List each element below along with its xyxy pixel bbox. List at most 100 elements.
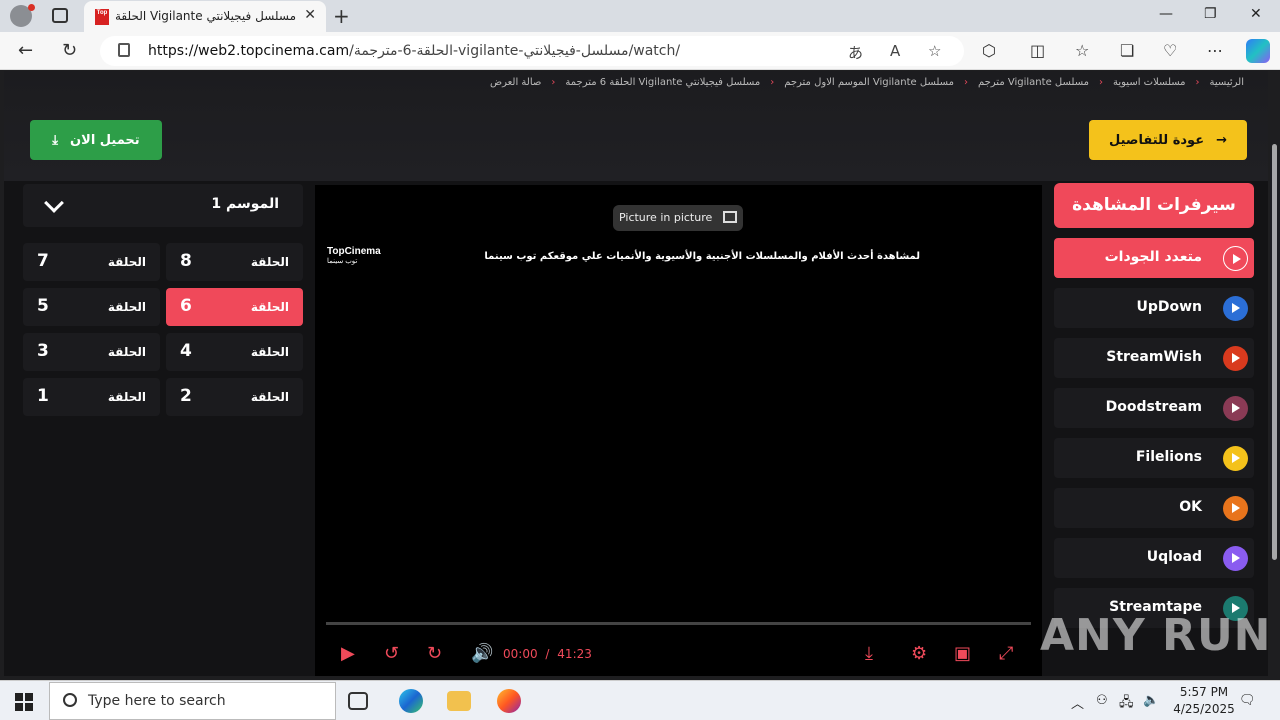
- task-view-icon[interactable]: [348, 692, 368, 710]
- arrow-right-icon: →: [1216, 132, 1227, 148]
- play-circle-icon: [1223, 246, 1248, 271]
- play-icon[interactable]: ▶: [341, 643, 355, 664]
- server-filelions[interactable]: Filelions: [1054, 438, 1254, 478]
- firefox-icon[interactable]: [497, 689, 521, 713]
- back-label: عودة للتفاصيل: [1108, 132, 1205, 148]
- page-scrollbar[interactable]: [1272, 144, 1277, 560]
- restore-button[interactable]: ❐: [1204, 6, 1217, 22]
- translate-icon[interactable]: あ: [848, 42, 863, 63]
- search-placeholder: Type here to search: [88, 693, 226, 709]
- download-now-button[interactable]: ⤓ تحميل الان: [30, 120, 162, 160]
- people-icon[interactable]: ⚇: [1096, 693, 1108, 708]
- server-ok[interactable]: OK: [1054, 488, 1254, 528]
- episode-2[interactable]: 2 الحلقة: [166, 378, 303, 416]
- anyrun-watermark: ANY RUN: [1040, 610, 1272, 661]
- breadcrumb-item-watch: صالة العرض: [489, 77, 542, 88]
- episode-3[interactable]: 3 الحلقة: [23, 333, 160, 371]
- tray-chevron-up-icon[interactable]: ︿: [1071, 693, 1084, 712]
- time-display: 00:00 / 41:23: [503, 647, 592, 661]
- new-tab-button[interactable]: +: [333, 4, 350, 28]
- breadcrumb-item-home[interactable]: الرئيسية: [1210, 77, 1244, 88]
- picture-in-picture-button[interactable]: Picture in picture: [613, 205, 743, 231]
- tab-title: مسلسل فيجيلانتي Vigilante الحلقة: [116, 9, 296, 23]
- url-text[interactable]: https://web2.topcinema.cam/الحلقة-6-مترج…: [148, 43, 680, 59]
- breadcrumb-separator-icon: ‹: [963, 77, 968, 88]
- breadcrumb-separator-icon: ‹: [1098, 77, 1103, 88]
- play-circle-icon: [1223, 446, 1248, 471]
- windows-start-icon[interactable]: [15, 693, 33, 711]
- breadcrumb-item-episode[interactable]: مسلسل فيجيلانتي Vigilante الحلقة 6 مترجم…: [565, 77, 760, 88]
- breadcrumb-separator-icon: ‹: [1195, 77, 1200, 88]
- breadcrumb-separator-icon: ‹: [770, 77, 775, 88]
- volume-tray-icon[interactable]: 🔈: [1143, 693, 1159, 708]
- play-circle-icon: [1223, 346, 1248, 371]
- fullscreen-icon[interactable]: ⤢: [999, 643, 1013, 664]
- notifications-icon[interactable]: 🗨: [1239, 693, 1256, 708]
- pip-toggle-icon[interactable]: ▣: [954, 643, 971, 664]
- server-updown[interactable]: UpDown: [1054, 288, 1254, 328]
- chevron-down-icon: [44, 193, 64, 213]
- breadcrumb-item-season[interactable]: مسلسل Vigilante الموسم الاول مترجم: [784, 77, 954, 88]
- episode-4[interactable]: 4 الحلقة: [166, 333, 303, 371]
- server-multi-quality[interactable]: متعدد الجودات: [1054, 238, 1254, 278]
- windows-taskbar: Type here to search ︿ ⚇ 🖧 🔈 5:57 PM 4/25…: [0, 680, 1280, 720]
- search-icon: [63, 693, 77, 707]
- close-window-button[interactable]: ✕: [1250, 6, 1262, 22]
- download-label: تحميل الان: [70, 132, 140, 148]
- edge-browser-icon[interactable]: [399, 689, 423, 713]
- servers-title: سيرفرات المشاهدة: [1054, 183, 1254, 228]
- back-to-details-button[interactable]: عودة للتفاصيل →: [1089, 120, 1247, 160]
- favorite-star-icon[interactable]: ☆: [928, 42, 941, 60]
- browser-essentials-icon[interactable]: ♡: [1163, 41, 1177, 60]
- pip-icon: [723, 211, 737, 223]
- server-doodstream[interactable]: Doodstream: [1054, 388, 1254, 428]
- network-icon[interactable]: 🖧: [1119, 693, 1134, 715]
- read-aloud-icon[interactable]: A: [890, 42, 900, 60]
- site-favicon: Top: [95, 9, 109, 25]
- episode-7[interactable]: 7 الحلقة: [23, 243, 160, 281]
- breadcrumb: الرئيسية ‹ مسلسلات اسيوية ‹ مسلسل Vigilant…: [490, 77, 1244, 88]
- collections-icon[interactable]: ❏: [1120, 41, 1134, 60]
- taskbar-clock[interactable]: 5:57 PM 4/25/2025: [1164, 684, 1244, 718]
- episode-8[interactable]: 8 الحلقة: [166, 243, 303, 281]
- tab-actions-icon[interactable]: [52, 8, 68, 23]
- server-uqload[interactable]: Uqload: [1054, 538, 1254, 578]
- settings-gear-icon[interactable]: ⚙: [911, 643, 927, 664]
- volume-icon[interactable]: 🔊: [471, 643, 493, 664]
- topcinema-logo: TopCinema توب سينما: [327, 246, 381, 266]
- video-player[interactable]: Picture in picture TopCinema توب سينما ل…: [315, 185, 1042, 676]
- season-selector[interactable]: الموسم 1: [23, 184, 303, 227]
- active-tab[interactable]: Top مسلسل فيجيلانتي Vigilante الحلقة ✕: [84, 1, 326, 32]
- more-menu-icon[interactable]: ⋯: [1207, 41, 1223, 60]
- breadcrumb-item-asian-series[interactable]: مسلسلات اسيوية: [1113, 77, 1186, 88]
- taskbar-search-field[interactable]: Type here to search: [49, 682, 336, 720]
- url-field[interactable]: https://web2.topcinema.cam/الحلقة-6-مترج…: [100, 36, 964, 66]
- file-explorer-icon[interactable]: [447, 691, 471, 711]
- progress-bar[interactable]: [326, 622, 1031, 625]
- extensions-icon[interactable]: ⬡: [982, 41, 996, 60]
- favorites-icon[interactable]: ☆: [1075, 41, 1089, 60]
- refresh-icon[interactable]: ↻: [62, 40, 77, 61]
- tab-close-icon[interactable]: ✕: [304, 7, 316, 23]
- rewind-10-icon[interactable]: ↺: [384, 643, 399, 664]
- server-streamwish[interactable]: StreamWish: [1054, 338, 1254, 378]
- breadcrumb-separator-icon: ‹: [551, 77, 556, 88]
- lock-icon[interactable]: [118, 43, 130, 57]
- split-screen-icon[interactable]: ◫: [1030, 41, 1045, 60]
- profile-avatar[interactable]: [10, 4, 35, 27]
- play-circle-icon: [1223, 546, 1248, 571]
- download-icon: ⤓: [52, 132, 59, 148]
- forward-10-icon[interactable]: ↻: [427, 643, 442, 664]
- breadcrumb-item-series[interactable]: مسلسل Vigilante مترجم: [978, 77, 1089, 88]
- episode-1[interactable]: 1 الحلقة: [23, 378, 160, 416]
- minimize-button[interactable]: —: [1159, 6, 1173, 22]
- download-video-icon[interactable]: ⤓: [865, 643, 873, 664]
- url-host: https://web2.topcinema.cam: [148, 43, 350, 59]
- copilot-icon[interactable]: [1246, 39, 1270, 63]
- back-arrow-icon[interactable]: ←: [18, 40, 33, 61]
- play-circle-icon: [1223, 396, 1248, 421]
- episode-5[interactable]: 5 الحلقة: [23, 288, 160, 326]
- pip-label: Picture in picture: [619, 211, 713, 224]
- episode-6[interactable]: 6 الحلقة: [166, 288, 303, 326]
- browser-tab-bar: Top مسلسل فيجيلانتي Vigilante الحلقة ✕ +…: [0, 0, 1280, 32]
